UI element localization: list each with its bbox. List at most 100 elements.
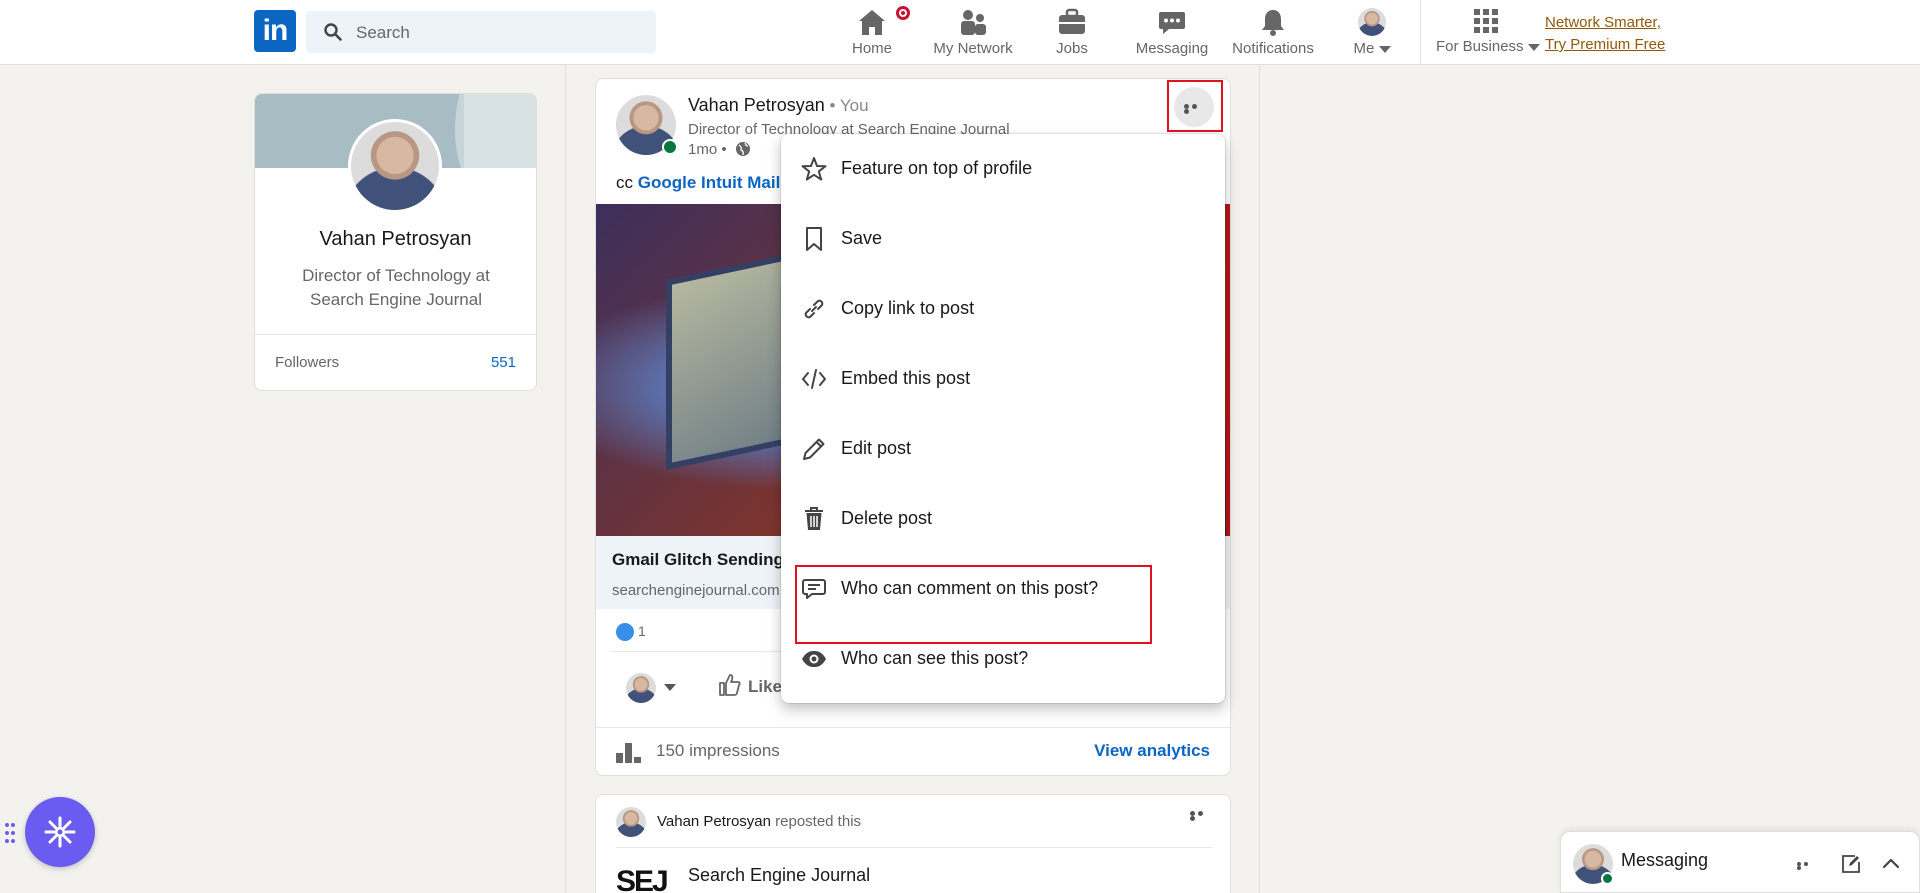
menu-item-edit-post[interactable]: Edit post: [781, 414, 1225, 484]
search-bar[interactable]: Search: [306, 11, 656, 53]
like-reaction-icon: [616, 623, 634, 642]
nav-jobs-label: Jobs: [1056, 40, 1088, 57]
impressions-count: 150 impressions: [656, 741, 780, 760]
nav-messaging[interactable]: Messaging: [1134, 8, 1210, 60]
nav-my-network-label: My Network: [933, 40, 1013, 57]
reposter-name[interactable]: Vahan Petrosyan: [657, 813, 771, 830]
eye-icon: [802, 651, 826, 667]
nav-home[interactable]: Home: [848, 4, 912, 60]
nav-me-label: Me: [1350, 40, 1394, 57]
chevron-down-icon[interactable]: [664, 684, 676, 691]
nav-home-label: Home: [851, 40, 892, 57]
ellipsis-icon[interactable]: [1797, 862, 1817, 870]
ellipsis-icon: [1190, 811, 1210, 821]
reposted-text: reposted this: [770, 813, 862, 830]
messaging-icon: [1159, 12, 1185, 34]
code-icon: [802, 369, 826, 389]
premium-line-1[interactable]: Network Smarter,: [1545, 12, 1665, 34]
search-icon: [324, 23, 342, 41]
source-name[interactable]: Search Engine Journal: [688, 865, 870, 886]
divider: [596, 727, 1230, 728]
post-time: 1mo •: [688, 141, 751, 158]
bookmark-icon: [806, 227, 822, 251]
like-label: Like: [748, 677, 783, 696]
highlight-box-who-can-comment: [795, 565, 1152, 644]
menu-item-delete-post[interactable]: Delete post: [781, 484, 1225, 554]
you-label: • You: [824, 96, 869, 115]
profile-title: Director of Technology at Search Engine …: [302, 266, 490, 309]
messaging-label[interactable]: Messaging: [1621, 850, 1708, 871]
divider: [616, 847, 1212, 848]
image-edge: [1226, 204, 1230, 536]
pencil-icon: [803, 438, 825, 460]
home-icon: [859, 10, 885, 35]
nav-for-business[interactable]: For Business: [1436, 8, 1540, 60]
top-nav-bar: in Search Home My Network Jobs Messaging…: [0, 0, 1920, 65]
online-status-dot: [1601, 872, 1614, 885]
reaction-count[interactable]: 1: [616, 623, 646, 642]
nav-for-business-label: For Business: [1436, 38, 1540, 55]
divider: [255, 334, 536, 335]
chevron-up-icon[interactable]: [1881, 854, 1901, 874]
post-text: cc Google Intuit Mail: [616, 173, 780, 193]
profile-card: Vahan Petrosyan Director of Technology a…: [254, 93, 537, 391]
linkedin-logo[interactable]: in: [254, 10, 296, 52]
menu-item-save[interactable]: Save: [781, 204, 1225, 274]
post-author-name[interactable]: Vahan Petrosyan • You: [688, 95, 869, 116]
reposter-avatar[interactable]: [616, 807, 646, 837]
highlight-box-more-button: [1167, 80, 1223, 132]
nav-jobs[interactable]: Jobs: [1050, 8, 1094, 60]
trash-icon: [805, 507, 823, 530]
drag-handle-icon[interactable]: [5, 823, 15, 843]
grid-icon: [1474, 9, 1498, 33]
post-mention-link[interactable]: Google Intuit Mail: [638, 173, 781, 192]
cc-prefix: cc: [616, 173, 638, 192]
nav-my-network[interactable]: My Network: [930, 8, 1016, 60]
menu-item-embed[interactable]: Embed this post: [781, 344, 1225, 414]
nav-messaging-label: Messaging: [1135, 40, 1209, 57]
avatar: [1358, 8, 1386, 36]
premium-link[interactable]: Network Smarter, Try Premium Free: [1545, 12, 1665, 56]
like-button[interactable]: Like: [718, 673, 782, 697]
network-icon: [961, 10, 986, 35]
thumbs-up-icon: [719, 674, 741, 696]
menu-item-label: Who can see this post?: [841, 648, 1029, 668]
menu-item-feature-on-profile[interactable]: Feature on top of profile: [781, 134, 1225, 204]
chevron-down-icon: [1527, 43, 1540, 51]
menu-item-label: Copy link to post: [841, 298, 975, 318]
link-title: Gmail Glitch Sending: [612, 550, 784, 569]
followers-label[interactable]: Followers: [275, 354, 339, 371]
repost-more-options-button[interactable]: [1180, 804, 1220, 828]
repost-header: Vahan Petrosyan reposted this: [657, 813, 861, 830]
author-name-text: Vahan Petrosyan: [688, 95, 825, 115]
nav-notifications-label: Notifications: [1232, 40, 1314, 57]
premium-line-2[interactable]: Try Premium Free: [1545, 34, 1665, 56]
search-placeholder: Search: [356, 23, 410, 42]
sej-logo[interactable]: SEJ: [616, 865, 672, 893]
chevron-down-icon: [1378, 45, 1391, 53]
nav-divider: [1420, 0, 1421, 65]
menu-item-label: Embed this post: [841, 368, 971, 388]
profile-avatar[interactable]: [348, 119, 442, 213]
menu-item-label: Delete post: [841, 508, 933, 528]
nav-notifications[interactable]: Notifications: [1230, 8, 1316, 60]
link-source: searchenginejournal.com: [612, 582, 780, 599]
compose-icon[interactable]: [1841, 854, 1861, 874]
menu-item-label: Feature on top of profile: [841, 158, 1033, 178]
post-time-text: 1mo •: [688, 141, 727, 158]
notification-badge: [894, 4, 912, 22]
menu-item-label: Save: [841, 228, 883, 248]
profile-name[interactable]: Vahan Petrosyan: [255, 228, 536, 251]
repost-card: Vahan Petrosyan reposted this SEJ Search…: [595, 794, 1231, 893]
nav-me[interactable]: Me: [1350, 8, 1394, 60]
actor-avatar-selector[interactable]: [626, 673, 656, 703]
menu-item-label: Edit post: [841, 438, 912, 458]
assistant-floating-button[interactable]: [25, 797, 95, 867]
online-status-dot: [662, 139, 678, 155]
menu-item-copy-link[interactable]: Copy link to post: [781, 274, 1225, 344]
reaction-count-text: 1: [638, 623, 646, 639]
star-icon: [801, 157, 827, 181]
view-analytics-link[interactable]: View analytics: [1094, 741, 1210, 761]
followers-count[interactable]: 551: [491, 354, 516, 371]
messaging-overlay-bar[interactable]: Messaging: [1560, 831, 1920, 893]
